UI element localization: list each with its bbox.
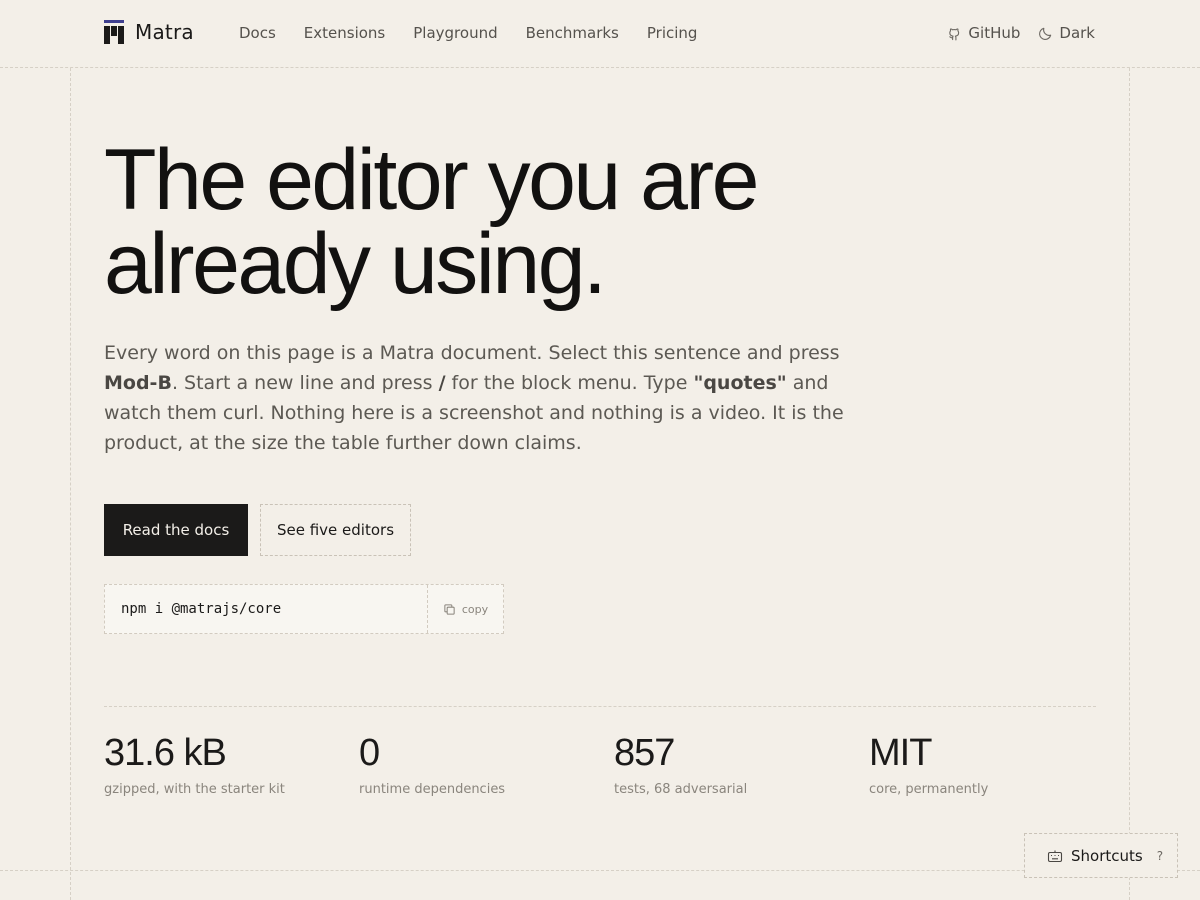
stat-label: core, permanently bbox=[869, 782, 989, 797]
stat-value: 857 bbox=[614, 732, 675, 774]
layout-guide-right bbox=[1129, 68, 1130, 900]
github-icon bbox=[949, 27, 960, 40]
stats-divider bbox=[104, 706, 1096, 707]
nav-item-benchmarks[interactable]: Benchmarks bbox=[526, 24, 619, 42]
hero-title[interactable]: The editor you are already using. bbox=[104, 137, 904, 307]
copy-icon bbox=[444, 603, 455, 615]
keyboard-icon bbox=[1047, 850, 1063, 862]
hero-copy-part-2: . Start a new line and press bbox=[171, 372, 439, 394]
stat-value: 31.6 kB bbox=[104, 732, 227, 774]
brand-name: Matra bbox=[135, 20, 194, 44]
theme-label: Dark bbox=[1059, 24, 1095, 42]
hero-title-line-1: The editor you are bbox=[104, 132, 759, 228]
header-actions: GitHub Dark bbox=[947, 24, 1095, 42]
stat-label: tests, 68 adversarial bbox=[614, 782, 748, 797]
kbd-quotes: "quotes" bbox=[693, 372, 787, 394]
layout-guide-left bbox=[70, 68, 71, 900]
kbd-slash: / bbox=[438, 372, 446, 394]
copy-label: copy bbox=[461, 602, 489, 616]
shortcuts-label: Shortcuts bbox=[1071, 846, 1143, 865]
site-header: Matra Docs Extensions Playground Benchma… bbox=[0, 0, 1200, 68]
shortcuts-button[interactable]: Shortcuts ? bbox=[1024, 833, 1178, 878]
nav-item-docs[interactable]: Docs bbox=[239, 24, 276, 42]
brand[interactable]: Matra bbox=[104, 20, 194, 44]
stat-dependencies: 0 runtime dependencies bbox=[359, 732, 599, 797]
moon-icon bbox=[1039, 27, 1052, 40]
stat-value: MIT bbox=[869, 732, 932, 774]
stat-value: 0 bbox=[359, 732, 380, 774]
nav-item-extensions[interactable]: Extensions bbox=[304, 24, 385, 42]
see-five-editors-button[interactable]: See five editors bbox=[260, 504, 411, 556]
layout-guide-bottom bbox=[0, 870, 1200, 871]
nav-item-playground[interactable]: Playground bbox=[413, 24, 497, 42]
kbd-mod-b: Mod-B bbox=[104, 372, 172, 394]
main-nav: Docs Extensions Playground Benchmarks Pr… bbox=[239, 24, 697, 42]
stat-bundle-size: 31.6 kB gzipped, with the starter kit bbox=[104, 732, 344, 797]
install-command[interactable]: npm i @matrajs/core bbox=[105, 585, 427, 633]
hero-copy-part-1: Every word on this page is a Matra docum… bbox=[104, 342, 840, 364]
hero-title-line-2: already using. bbox=[104, 216, 607, 312]
theme-toggle[interactable]: Dark bbox=[1038, 24, 1095, 42]
install-command-box: npm i @matrajs/core copy bbox=[104, 584, 504, 634]
github-link[interactable]: GitHub bbox=[947, 24, 1020, 42]
shortcuts-key: ? bbox=[1156, 848, 1164, 863]
hero-copy-part-3: for the block menu. Type bbox=[445, 372, 694, 394]
stat-license: MIT core, permanently bbox=[869, 732, 1109, 797]
stat-tests: 857 tests, 68 adversarial bbox=[614, 732, 854, 797]
hero-description[interactable]: Every word on this page is a Matra docum… bbox=[104, 338, 864, 458]
github-label: GitHub bbox=[968, 24, 1021, 42]
stat-label: runtime dependencies bbox=[359, 782, 506, 797]
read-docs-button[interactable]: Read the docs bbox=[104, 504, 248, 556]
stat-label: gzipped, with the starter kit bbox=[104, 782, 285, 797]
matra-logo-icon bbox=[104, 20, 124, 44]
copy-button[interactable]: copy bbox=[427, 585, 503, 633]
nav-item-pricing[interactable]: Pricing bbox=[647, 24, 698, 42]
